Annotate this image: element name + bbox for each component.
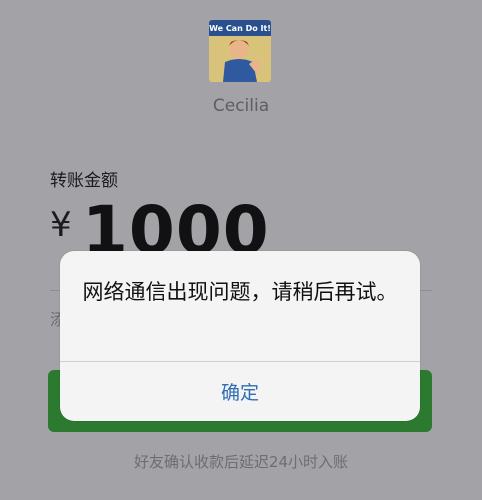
currency-symbol: ¥ [50,205,72,245]
arrival-notice: 好友确认收款后延迟24小时入账 [133,453,349,471]
error-dialog: 网络通信出现问题，请稍后再试。 确定 [60,251,420,421]
confirm-button[interactable]: 确定 [60,362,420,421]
amount-label: 转账金额 [50,171,118,191]
avatar-image: We Can Do It! [209,20,271,82]
recipient-name: Cecilia [212,96,270,116]
avatar: We Can Do It! [209,20,271,82]
dialog-message: 网络通信出现问题，请稍后再试。 [82,280,398,304]
avatar-poster-text: We Can Do It! [209,24,271,33]
transfer-screen: We Can Do It! Cecilia 转账金额 ¥ 1000 添 好友确认… [0,0,482,500]
